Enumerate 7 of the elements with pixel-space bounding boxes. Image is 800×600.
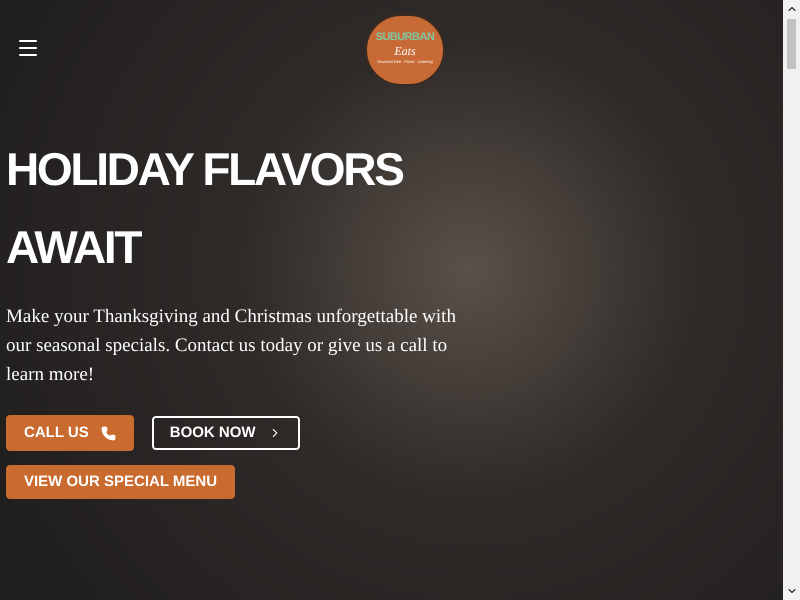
menu-button[interactable]: VIEW OUR SPECIAL MENU	[6, 465, 236, 500]
logo-name: SUBURBAN	[376, 32, 434, 43]
hero-title: HOLIDAY FLAVORS AWAIT	[6, 142, 404, 276]
call-button[interactable]: CALL US	[6, 415, 134, 452]
hero-text: Make your Thanksgiving and Christmas unforgettable with our seasonal specials. Contact us today or give us a call to learn more!	[6, 305, 457, 388]
logo-subtitle: Eats	[394, 45, 416, 57]
book-button[interactable]: BOOK NOW	[152, 416, 300, 450]
